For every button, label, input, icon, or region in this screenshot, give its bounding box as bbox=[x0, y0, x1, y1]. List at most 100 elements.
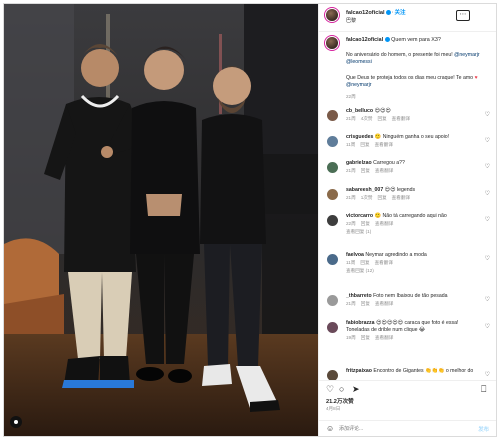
view-replies-button[interactable]: 查看回复 (12) bbox=[346, 268, 374, 273]
commenter-avatar[interactable] bbox=[327, 254, 338, 265]
heart-icon[interactable]: ♡ bbox=[485, 163, 490, 170]
comment-text: Foto nem Ibaixou de tão pesada bbox=[373, 293, 448, 299]
translate-button[interactable]: 查看翻译 bbox=[375, 168, 393, 173]
translate-button[interactable]: 查看翻译 bbox=[375, 142, 393, 147]
ellipsis-icon[interactable]: ⋯ bbox=[456, 10, 470, 21]
commenter-avatar[interactable] bbox=[327, 136, 338, 147]
comment-text: 😍😍😍 bbox=[374, 108, 391, 114]
comment-item: cb_belluco 😍😍😍 21周 4次赞 回复 查看翻译 ♡ bbox=[319, 108, 496, 136]
heart-icon[interactable]: ♡ bbox=[326, 385, 335, 394]
heart-icon[interactable]: ♡ bbox=[485, 111, 490, 118]
commenter-avatar[interactable] bbox=[327, 162, 338, 173]
bookmark-icon[interactable]: ⎕ bbox=[481, 385, 490, 394]
caption-body-2: Que Deus te proteja todos os dias meu cr… bbox=[346, 75, 478, 88]
caption-body: No aniversário do homem, o presente foi … bbox=[346, 52, 480, 65]
reply-button[interactable]: 回复 bbox=[360, 260, 369, 265]
commenter-username[interactable]: gabrielzao bbox=[346, 160, 372, 166]
translate-button[interactable]: 查看翻译 bbox=[375, 260, 393, 265]
send-icon[interactable]: ➤ bbox=[352, 385, 361, 394]
verified-badge-icon bbox=[384, 37, 390, 43]
action-bar: ♡ ○ ➤ ⎕ bbox=[319, 380, 496, 396]
heart-icon[interactable]: ♡ bbox=[485, 190, 490, 197]
commenter-avatar[interactable] bbox=[327, 110, 338, 121]
reply-button[interactable]: 回复 bbox=[361, 301, 370, 306]
commenter-avatar[interactable] bbox=[327, 322, 338, 333]
mention-link[interactable]: @neymarjr bbox=[454, 52, 479, 58]
commenter-username[interactable]: _thbarreto bbox=[346, 293, 372, 299]
verified-badge-icon bbox=[385, 10, 391, 16]
comment-text: 🙂 Não tá carregando aqui não bbox=[374, 213, 447, 219]
commenter-username[interactable]: sabareesh_007 bbox=[346, 187, 383, 193]
heart-icon[interactable]: ♡ bbox=[485, 323, 490, 330]
reply-button[interactable]: 回复 bbox=[377, 116, 386, 121]
heart-emoji-icon: ♥ bbox=[474, 75, 478, 81]
comment-item: gabrielzao Carregou a?? 21周 回复 查看翻译 ♡ bbox=[319, 160, 496, 188]
translate-button[interactable]: 查看翻译 bbox=[392, 195, 410, 200]
heart-icon[interactable]: ♡ bbox=[485, 255, 490, 262]
comment-icon[interactable]: ○ bbox=[339, 385, 348, 394]
post-side-panel: falcao12oficial ·关注 巴黎 ⋯ falcao12oficial … bbox=[318, 4, 496, 436]
comment-time: 21周 bbox=[346, 194, 356, 200]
mention-link[interactable]: @leomessi bbox=[346, 59, 372, 65]
follow-button[interactable]: 关注 bbox=[394, 10, 405, 16]
commenter-username[interactable]: cb_belluco bbox=[346, 108, 373, 114]
comment-item: sabareesh_007 😍😍 legends 21周 1次赞 回复 查看翻译 ♡ bbox=[319, 187, 496, 215]
reply-button[interactable]: 回复 bbox=[361, 221, 370, 226]
reply-button[interactable]: 回复 bbox=[361, 335, 370, 340]
comment-time: 21周 bbox=[346, 300, 356, 306]
emoji-icon[interactable]: ☺ bbox=[326, 424, 334, 433]
post-header: falcao12oficial ·关注 巴黎 ⋯ bbox=[319, 4, 496, 32]
commenter-username[interactable]: crisguedes bbox=[346, 134, 373, 140]
caption-username[interactable]: falcao12oficial bbox=[346, 37, 383, 43]
comment-time: 11周 bbox=[346, 259, 356, 265]
caption-avatar[interactable] bbox=[326, 37, 338, 49]
avatar[interactable] bbox=[326, 9, 338, 21]
commenter-username[interactable]: faelvoa bbox=[346, 252, 364, 258]
comment-text: 😍😍 legends bbox=[384, 187, 416, 193]
comment-item: victorcarro 🙂 Não tá carregando aqui não… bbox=[319, 213, 496, 241]
caption-time: 22周 bbox=[346, 94, 356, 99]
comment-item: crisguedes 🙂 Ninguém ganha o seu apoio! 1… bbox=[319, 134, 496, 162]
reply-button[interactable]: 回复 bbox=[361, 168, 370, 173]
translate-button[interactable]: 查看翻译 bbox=[392, 116, 410, 121]
comment-text: Carregou a?? bbox=[373, 160, 405, 166]
heart-icon[interactable]: ♡ bbox=[485, 137, 490, 144]
commenter-username[interactable]: fabiobrazza bbox=[346, 320, 375, 326]
post-dialog: falcao12oficial ·关注 巴黎 ⋯ falcao12oficial … bbox=[3, 3, 497, 437]
comment-text: Encontro de Gigantes 👏👏👏 o melhor do bbox=[373, 368, 474, 374]
commenter-username[interactable]: fritzpaixao bbox=[346, 368, 372, 374]
comment-time: 21周 bbox=[346, 115, 356, 121]
caption-title: Quem vem para X3? bbox=[391, 37, 441, 43]
comment-input[interactable] bbox=[339, 424, 459, 434]
view-replies-button[interactable]: 查看回复 (1) bbox=[346, 229, 371, 234]
caption: falcao12oficial Quem vem para X3? No ani… bbox=[319, 32, 496, 100]
comment-item: fabiobrazza 😍😍😍😍😍 caraca que foto é essa… bbox=[319, 320, 496, 348]
post-photo[interactable] bbox=[4, 4, 318, 436]
comment-likes[interactable]: 4次赞 bbox=[361, 116, 373, 121]
comment-time: 22周 bbox=[346, 220, 356, 226]
comment-time: 21周 bbox=[346, 167, 356, 173]
mention-link[interactable]: @neymarjr bbox=[346, 82, 371, 88]
heart-icon[interactable]: ♡ bbox=[485, 371, 490, 378]
translate-button[interactable]: 查看翻译 bbox=[375, 301, 393, 306]
author-username[interactable]: falcao12oficial bbox=[346, 10, 385, 16]
comment-text: 🙂 Ninguém ganha o seu apoio! bbox=[374, 134, 450, 140]
post-comment-button[interactable]: 发布 bbox=[478, 425, 489, 433]
post-time: 4月8日 bbox=[326, 406, 341, 411]
comment-likes[interactable]: 1次赞 bbox=[361, 195, 373, 200]
likes-count[interactable]: 21.2万次赞 bbox=[326, 397, 354, 405]
commenter-avatar[interactable] bbox=[327, 295, 338, 306]
reply-button[interactable]: 回复 bbox=[360, 142, 369, 147]
heart-icon[interactable]: ♡ bbox=[485, 216, 490, 223]
translate-button[interactable]: 查看翻译 bbox=[375, 335, 393, 340]
heart-icon[interactable]: ♡ bbox=[485, 296, 490, 303]
comment-item: _thbarreto Foto nem Ibaixou de tão pesad… bbox=[319, 293, 496, 321]
tag-people-icon[interactable] bbox=[10, 416, 22, 428]
commenter-avatar[interactable] bbox=[327, 215, 338, 226]
comment-time: 11周 bbox=[346, 141, 356, 147]
commenter-avatar[interactable] bbox=[327, 189, 338, 200]
location-link[interactable]: 巴黎 bbox=[346, 17, 356, 24]
reply-button[interactable]: 回复 bbox=[377, 195, 386, 200]
translate-button[interactable]: 查看翻译 bbox=[375, 221, 393, 226]
commenter-username[interactable]: victorcarro bbox=[346, 213, 373, 219]
